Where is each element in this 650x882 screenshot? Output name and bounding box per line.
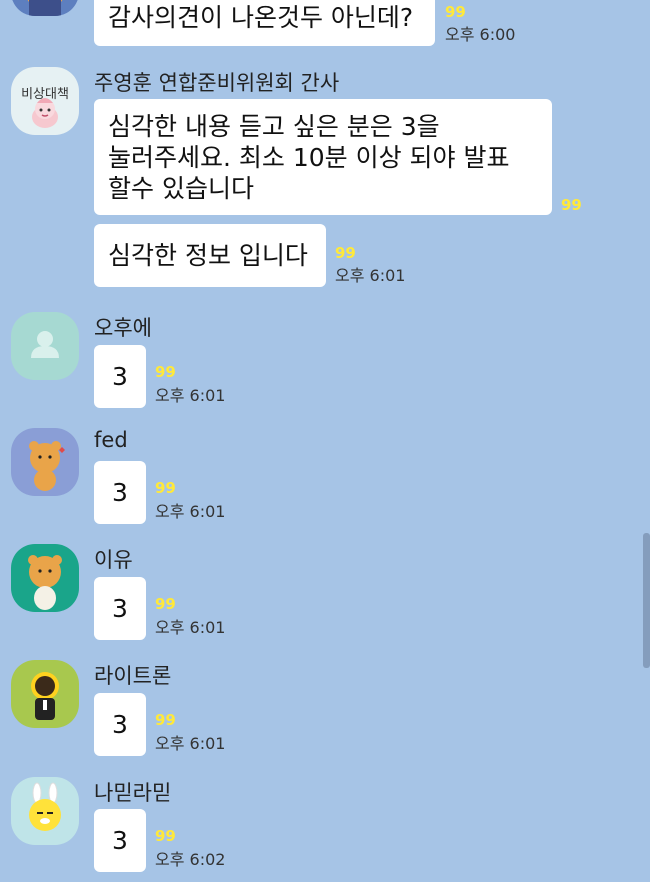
message-line: 할수 있습니다	[108, 174, 254, 203]
sender-name: 라이트론	[94, 664, 172, 688]
unread-count: 99	[155, 363, 176, 381]
avatar-ryan-heart[interactable]	[11, 428, 79, 496]
avatar-emergency[interactable]: 비상대책	[11, 67, 79, 135]
message-line: 눌러주세요. 최소 10분 이상 되야 발표	[108, 143, 510, 172]
message-bubble-top[interactable]: 감사의견이 나온것두 아닌데?	[94, 0, 435, 46]
unread-count: 99	[155, 827, 176, 845]
message-bubble[interactable]: 3	[94, 577, 146, 640]
message-bubble[interactable]: 3	[94, 693, 146, 756]
sender-name: 이유	[94, 548, 133, 572]
message-text: 3	[112, 594, 128, 623]
unread-count: 99	[155, 479, 176, 497]
avatar-ryan[interactable]	[11, 544, 79, 612]
scrollbar[interactable]	[643, 533, 650, 668]
message-text: 3	[112, 826, 128, 855]
message-text: 3	[112, 478, 128, 507]
message-time: 오후 6:01	[155, 502, 226, 521]
message-time: 오후 6:01	[335, 266, 406, 285]
sender-name: 나믿라믿	[94, 781, 172, 805]
message-text: 3	[112, 362, 128, 391]
unread-count: 99	[561, 196, 582, 214]
message-time: 오후 6:01	[155, 618, 226, 637]
unread-count: 99	[445, 3, 466, 21]
message-text: 3	[112, 710, 128, 739]
sender-name: 주영훈 연합준비위원회 간사	[94, 71, 340, 95]
message-bubble[interactable]: 3	[94, 345, 146, 408]
message-text: 심각한 정보 입니다	[108, 241, 308, 270]
message-time: 오후 6:02	[155, 850, 226, 869]
unread-count: 99	[335, 244, 356, 262]
message-time: 오후 6:01	[155, 734, 226, 753]
avatar-default[interactable]	[11, 312, 79, 380]
sender-name: fed	[94, 428, 128, 452]
avatar-muzi[interactable]	[11, 777, 79, 845]
message-text: 감사의견이 나온것두 아닌데?	[108, 3, 414, 32]
sender-name: 오후에	[94, 316, 152, 340]
unread-count: 99	[155, 595, 176, 613]
message-bubble[interactable]: 3	[94, 461, 146, 524]
message-bubble[interactable]: 심각한 정보 입니다	[94, 224, 326, 287]
message-bubble[interactable]: 심각한 내용 듣고 싶은 분은 3을 눌러주세요. 최소 10분 이상 되야 발…	[94, 99, 552, 215]
message-bubble[interactable]: 3	[94, 809, 146, 872]
unread-count: 99	[155, 711, 176, 729]
message-line: 심각한 내용 듣고 싶은 분은 3을	[108, 112, 440, 141]
avatar-partial[interactable]	[11, 0, 79, 16]
avatar-frodo[interactable]	[11, 660, 79, 728]
message-time: 오후 6:00	[445, 25, 516, 44]
avatar-label: 비상대책	[21, 87, 69, 102]
message-time: 오후 6:01	[155, 386, 226, 405]
